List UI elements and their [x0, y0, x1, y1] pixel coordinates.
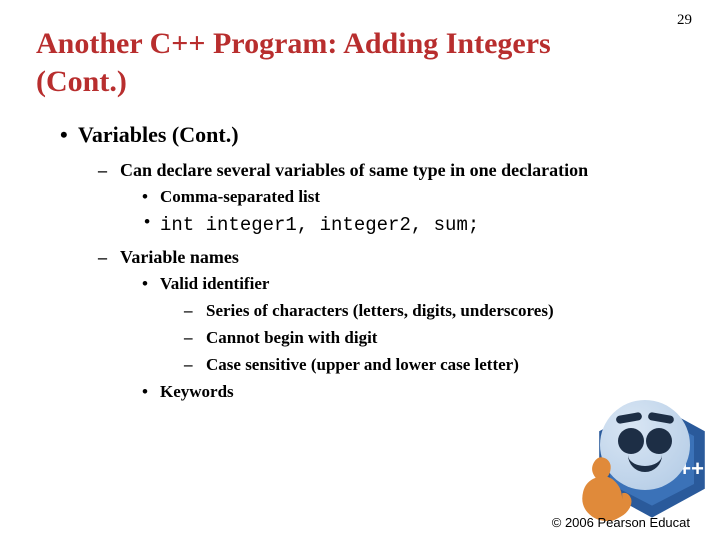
slide-content: Variables (Cont.) Can declare several va…: [0, 100, 720, 404]
bullet-l2-declare: Can declare several variables of same ty…: [98, 158, 680, 239]
bullet-l3-code: int integer1, integer2, sum;: [142, 213, 680, 239]
bullet-text: Case sensitive (upper and lower case let…: [206, 355, 519, 374]
brow-icon: [648, 412, 675, 424]
bullet-l4-case: Case sensitive (upper and lower case let…: [184, 354, 680, 377]
bullet-l4-series: Series of characters (letters, digits, u…: [184, 300, 680, 323]
bullet-text: int integer1, integer2, sum;: [160, 214, 479, 236]
bullet-l4-digit: Cannot begin with digit: [184, 327, 680, 350]
bullet-text: Can declare several variables of same ty…: [120, 160, 588, 180]
page-number: 29: [677, 12, 692, 29]
bullet-text: Keywords: [160, 382, 234, 401]
bullet-text: Cannot begin with digit: [206, 328, 377, 347]
eye-icon: [646, 428, 672, 454]
bullet-l1-variables: Variables (Cont.) Can declare several va…: [60, 120, 680, 404]
cpp-thinking-emoji-icon: ++: [572, 385, 712, 520]
bullet-l3-comma: Comma-separated list: [142, 186, 680, 209]
bullet-l2-names: Variable names Valid identifier Series o…: [98, 245, 680, 404]
bullet-text: Series of characters (letters, digits, u…: [206, 301, 554, 320]
bullet-text: Variables (Cont.): [78, 122, 239, 147]
slide-title: Another C++ Program: Adding Integers (Co…: [0, 0, 636, 100]
bullet-l3-valid: Valid identifier Series of characters (l…: [142, 273, 680, 377]
bullet-text: Valid identifier: [160, 274, 269, 293]
copyright-footer: © 2006 Pearson Educat: [552, 515, 690, 530]
brow-icon: [616, 412, 643, 424]
bullet-text: Comma-separated list: [160, 187, 320, 206]
bullet-text: Variable names: [120, 247, 239, 267]
